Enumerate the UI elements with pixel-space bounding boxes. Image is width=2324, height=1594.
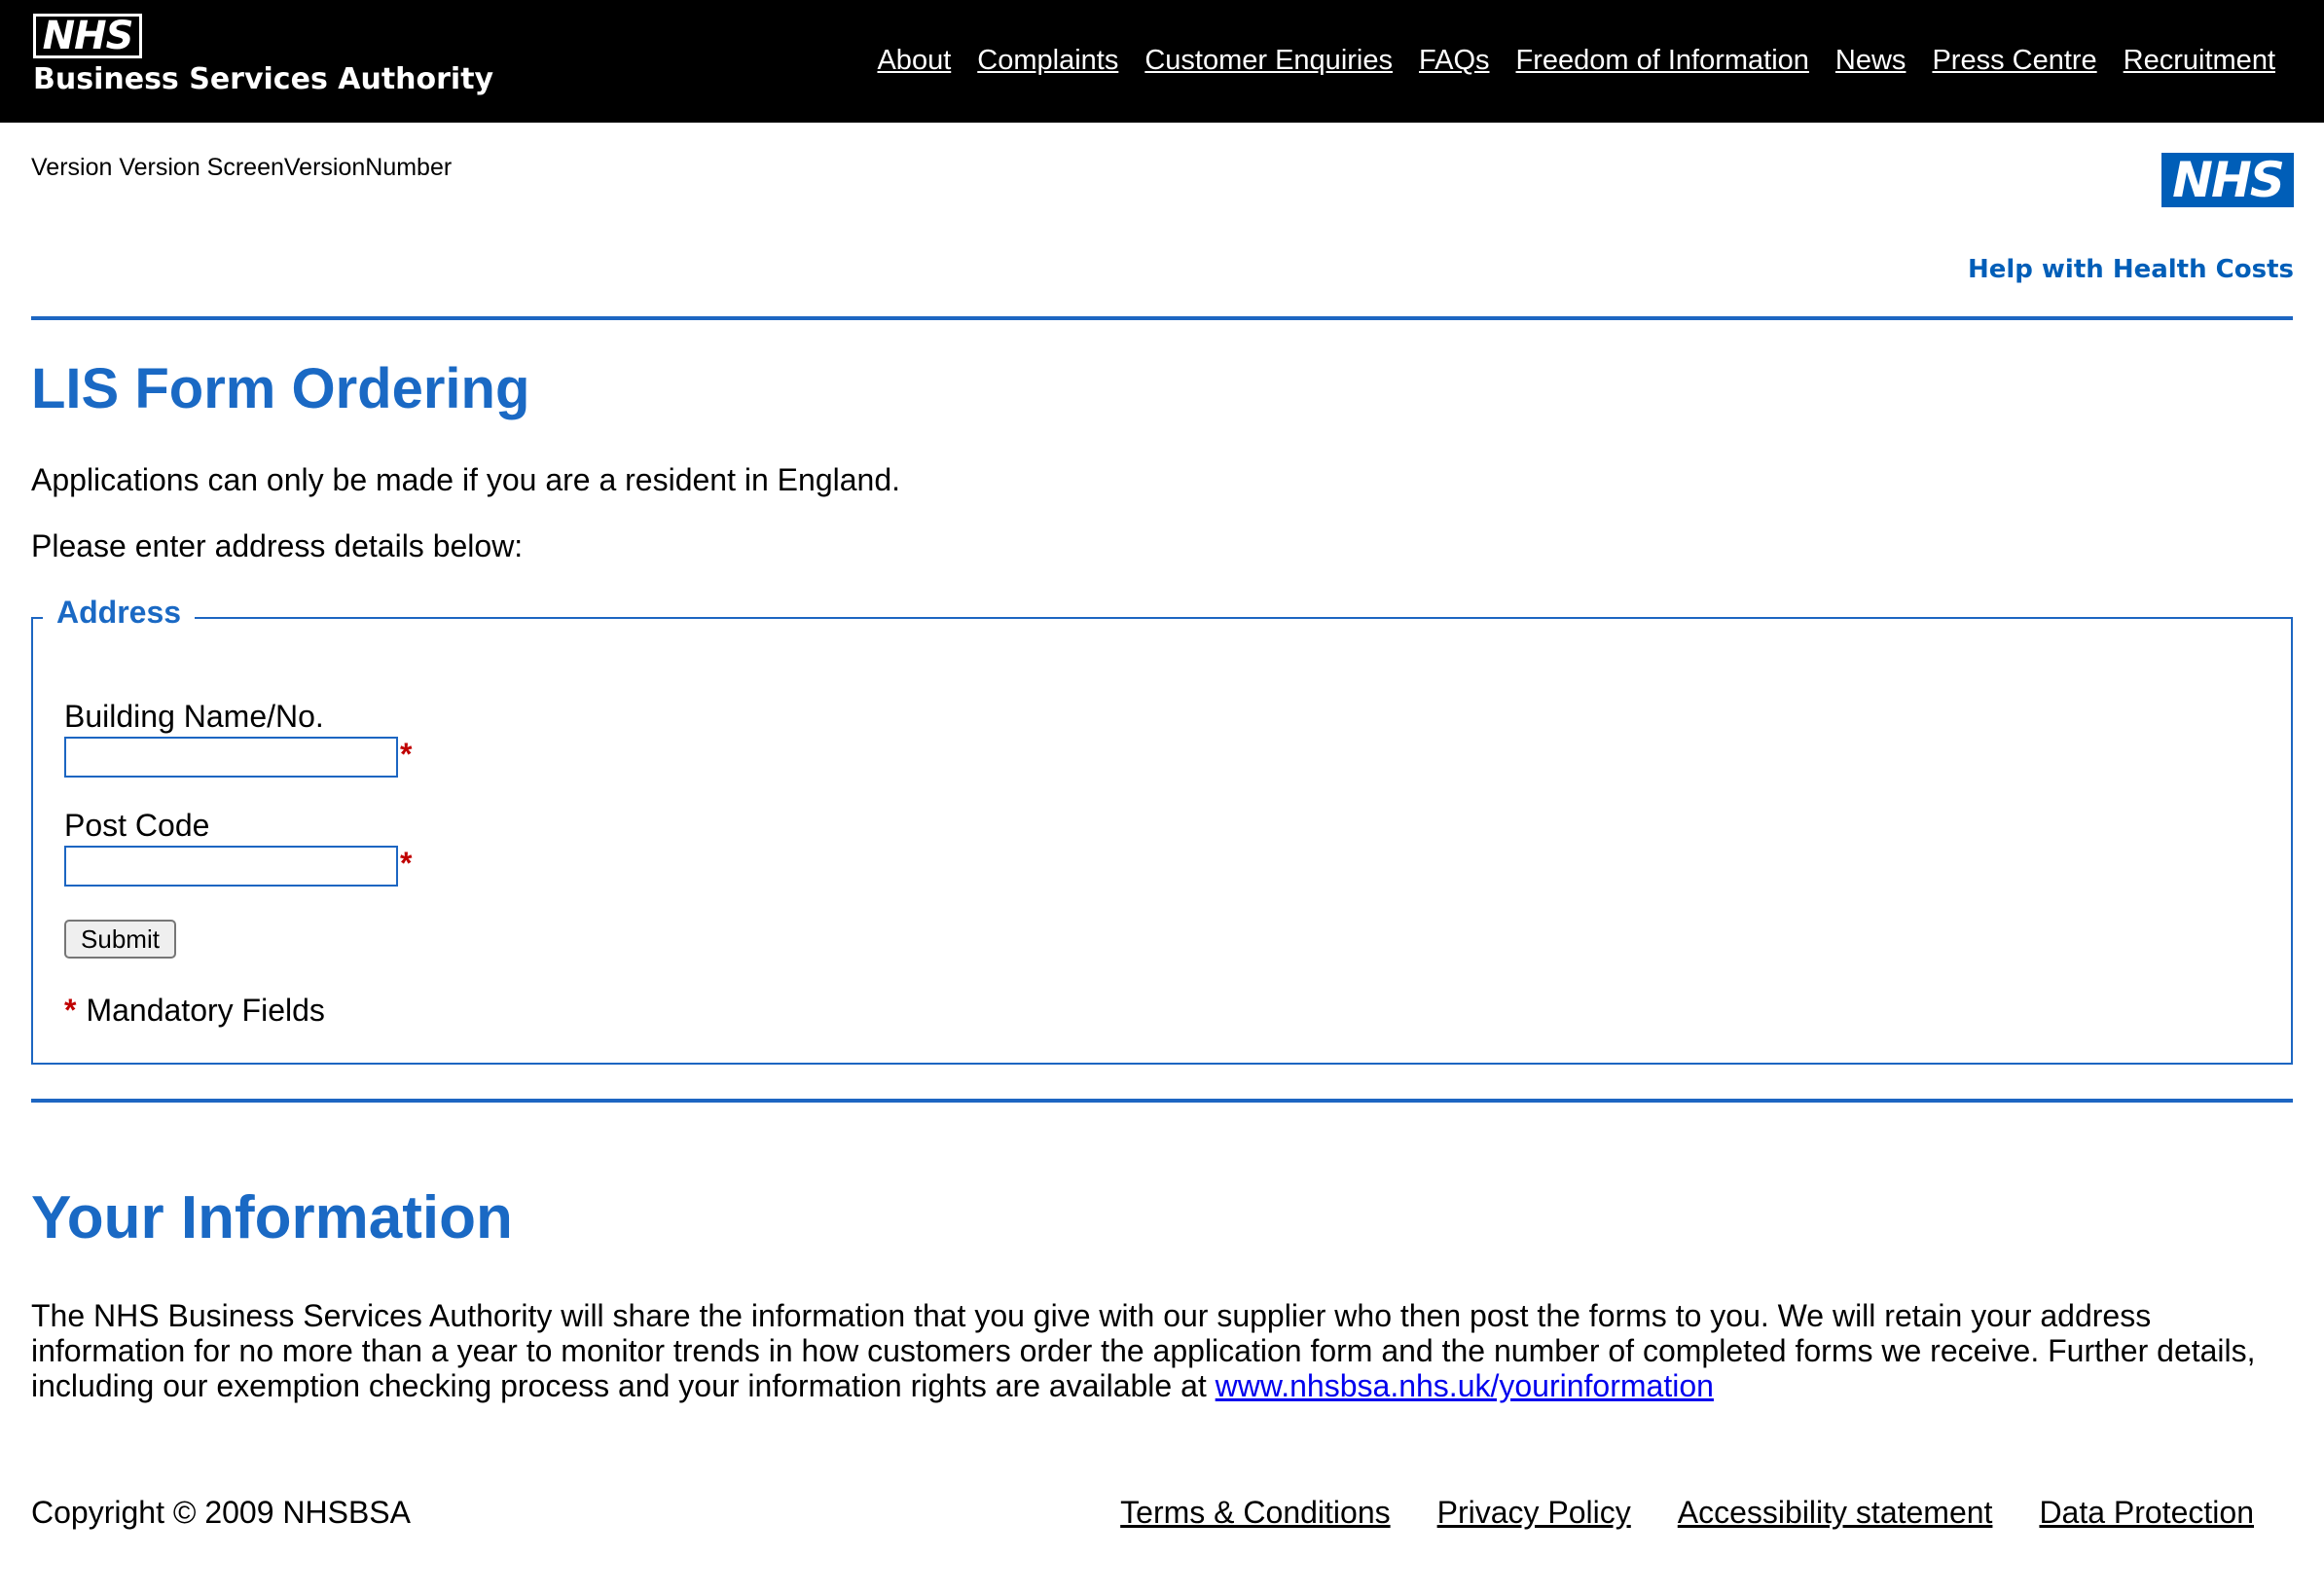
required-marker: * [400,737,413,772]
nav-link-faqs[interactable]: FAQs [1419,45,1490,77]
footer-link-data-protection[interactable]: Data Protection [2039,1495,2254,1531]
your-information-text: The NHS Business Services Authority will… [31,1298,2299,1403]
required-marker: * [64,993,77,1028]
divider [31,1099,2293,1103]
nav-link-complaints[interactable]: Complaints [977,45,1118,77]
nav-link-freedom-of-information[interactable]: Freedom of Information [1516,45,1809,77]
building-label: Building Name/No. [64,699,324,734]
nav-link-customer-enquiries[interactable]: Customer Enquiries [1144,45,1393,77]
top-header-bar: NHS Business Services Authority About Co… [0,0,2324,123]
intro-text: Applications can only be made if you are… [31,462,900,497]
footer-link-accessibility[interactable]: Accessibility statement [1678,1495,1993,1531]
postcode-input[interactable] [64,846,398,887]
top-nav: About Complaints Customer Enquiries FAQs… [877,45,2275,77]
postcode-label: Post Code [64,808,210,843]
nav-link-about[interactable]: About [877,45,951,77]
required-marker: * [400,846,413,881]
divider [31,316,2293,320]
footer-nav: Terms & Conditions Privacy Policy Access… [1120,1495,2254,1531]
address-fieldset [31,617,2293,1065]
instruction-text: Please enter address details below: [31,528,524,563]
mandatory-text: Mandatory Fields [86,993,325,1028]
your-information-title: Your Information [31,1184,513,1251]
nav-link-recruitment[interactable]: Recruitment [2124,45,2275,77]
page-title: LIS Form Ordering [31,357,530,420]
org-name: Business Services Authority [33,62,494,96]
nhs-brand-logo: NHS [2161,153,2294,207]
nhs-logo[interactable]: NHS [33,14,142,58]
info-paragraph: The NHS Business Services Authority will… [31,1298,2256,1403]
version-text: Version Version ScreenVersionNumber [31,154,453,181]
nav-link-press-centre[interactable]: Press Centre [1932,45,2096,77]
nav-link-news[interactable]: News [1835,45,1906,77]
your-information-link[interactable]: www.nhsbsa.nhs.uk/yourinformation [1216,1368,1714,1403]
address-legend: Address [43,595,196,631]
footer-link-terms[interactable]: Terms & Conditions [1120,1495,1390,1531]
building-input[interactable] [64,737,398,778]
footer-link-privacy[interactable]: Privacy Policy [1437,1495,1631,1531]
service-name: Help with Health Costs [1967,255,2294,284]
copyright-text: Copyright © 2009 NHSBSA [31,1495,411,1530]
mandatory-note: * Mandatory Fields [64,993,325,1029]
submit-button[interactable]: Submit [64,920,176,959]
